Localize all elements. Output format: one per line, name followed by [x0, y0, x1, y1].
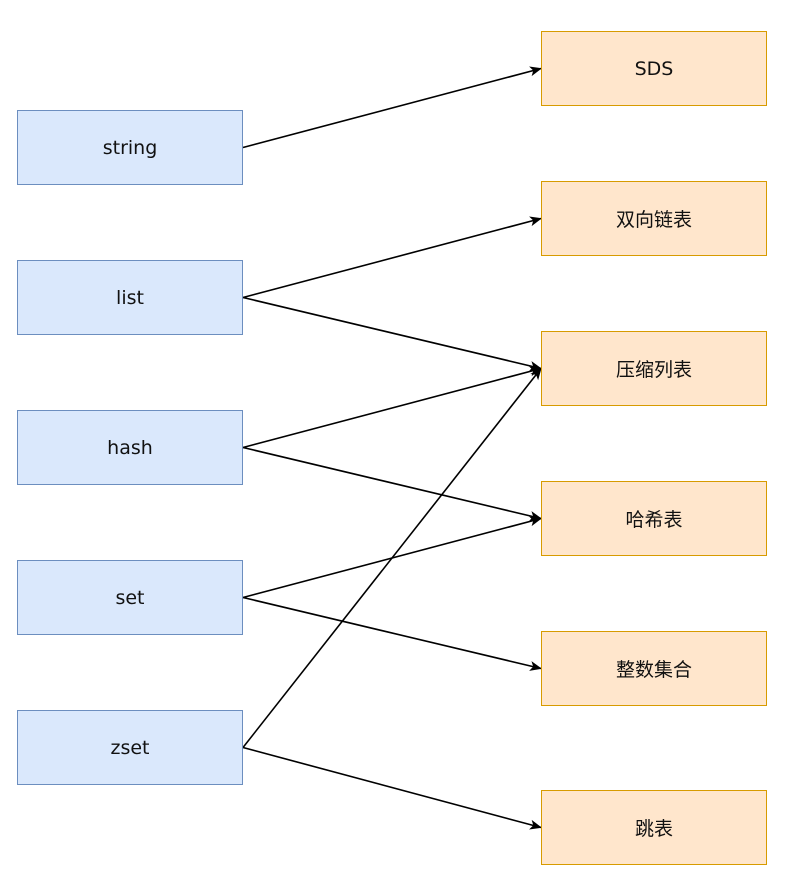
node-skiplist[interactable]: 跳表 [541, 790, 767, 865]
node-linkedlist[interactable]: 双向链表 [541, 181, 767, 256]
node-hashtable[interactable]: 哈希表 [541, 481, 767, 556]
edge-zset-to-ziplist [242, 367, 542, 748]
edge-set-to-intset [242, 596, 542, 671]
edge-group [242, 66, 542, 830]
node-sds[interactable]: SDS [541, 31, 767, 106]
node-intset[interactable]: 整数集合 [541, 631, 767, 706]
node-zset[interactable]: zset [17, 710, 243, 785]
edge-string-to-sds [242, 66, 542, 149]
edge-list-to-linkedlist [242, 216, 542, 299]
edge-zset-to-skiplist [242, 746, 542, 830]
node-set[interactable]: set [17, 560, 243, 635]
node-string[interactable]: string [17, 110, 243, 185]
node-list[interactable]: list [17, 260, 243, 335]
diagram-canvas: string list hash set zset SDS 双向链表 压缩列表 … [0, 0, 792, 876]
node-ziplist[interactable]: 压缩列表 [541, 331, 767, 406]
edge-list-to-ziplist [242, 296, 542, 371]
edge-hash-to-ziplist [242, 366, 542, 449]
edge-hash-to-hashtable [242, 446, 542, 521]
node-hash[interactable]: hash [17, 410, 243, 485]
